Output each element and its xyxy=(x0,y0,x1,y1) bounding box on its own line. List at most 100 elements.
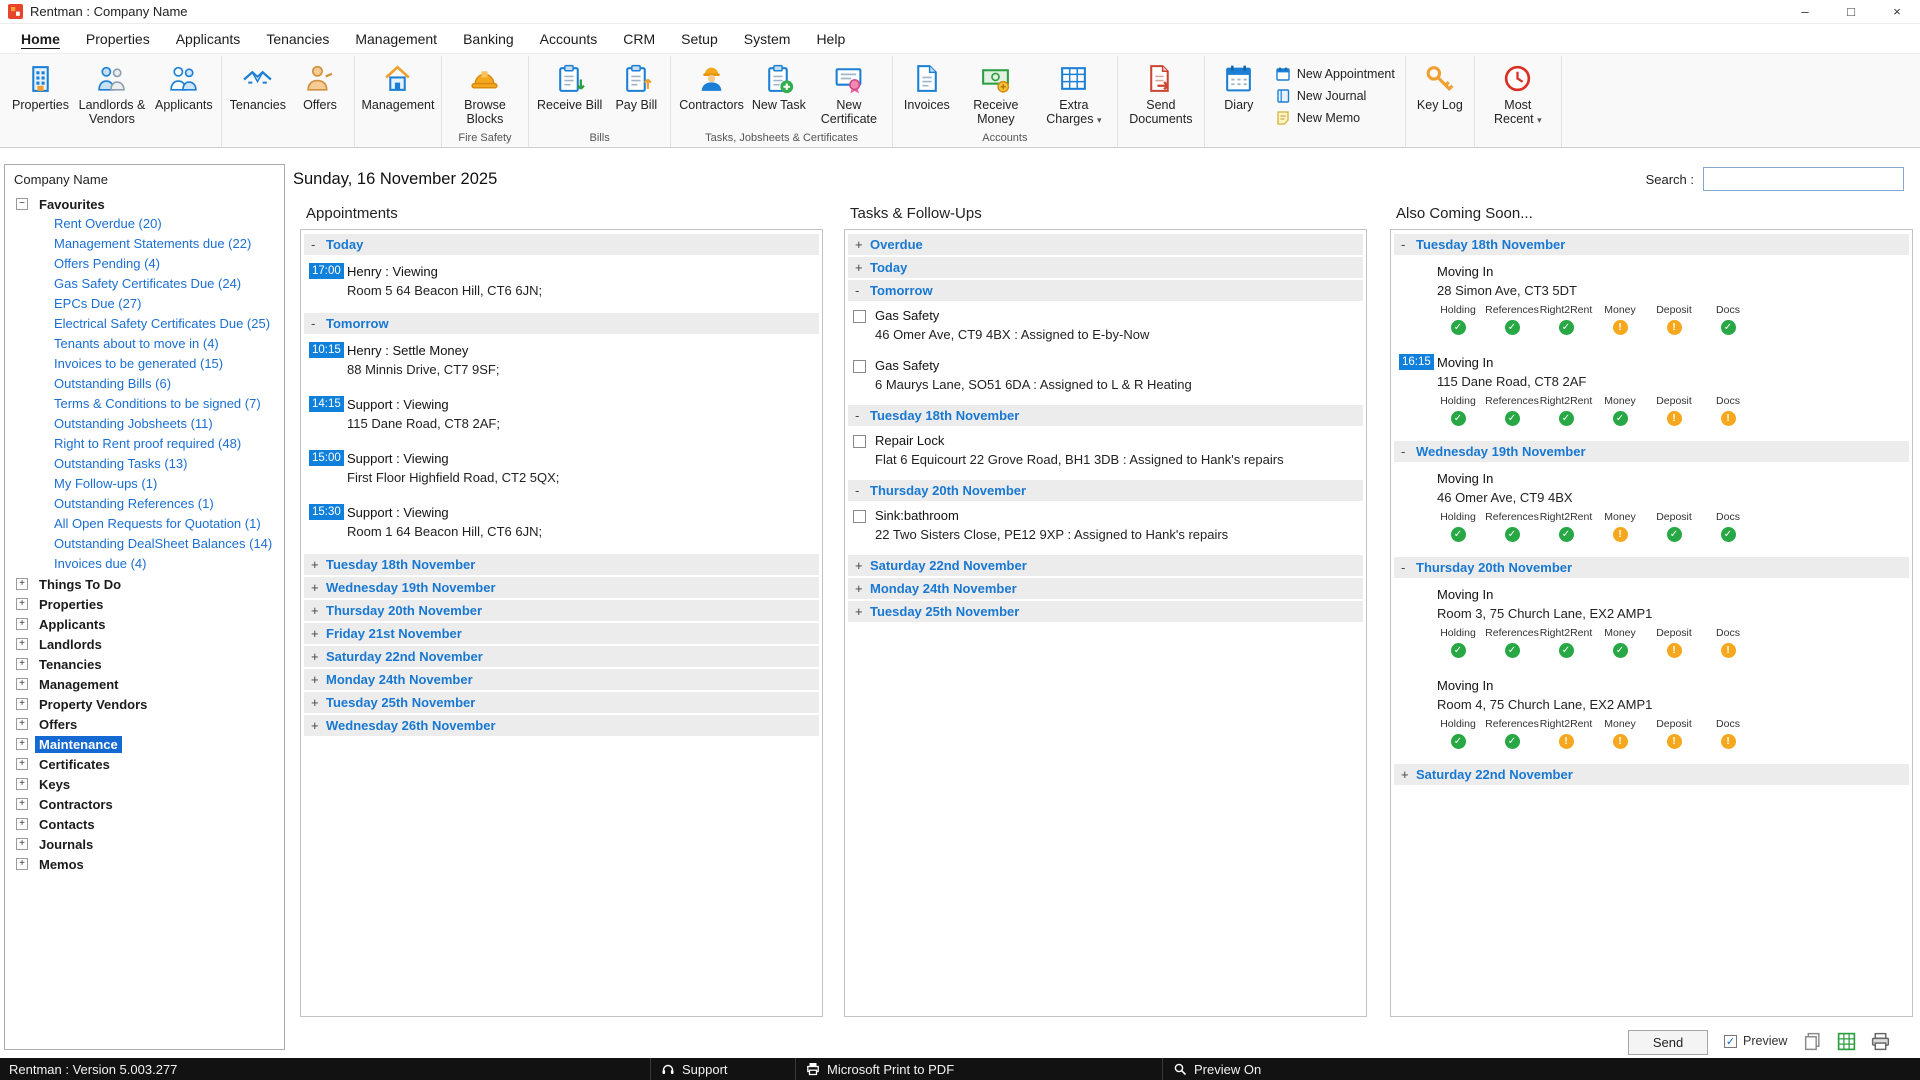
ribbon-send-documents-button[interactable]: Send Documents xyxy=(1123,58,1199,127)
sidebar-item-landlords[interactable]: +Landlords xyxy=(14,634,280,654)
menu-applicants[interactable]: Applicants xyxy=(163,26,254,52)
section-header-wednesday-19th-november[interactable]: +Wednesday 19th November xyxy=(304,577,819,598)
menu-home[interactable]: Home xyxy=(8,26,73,52)
ribbon-extra-charges-button[interactable]: Extra Charges ▾ xyxy=(1036,58,1112,128)
expand-icon[interactable]: + xyxy=(16,718,28,730)
expand-icon[interactable]: + xyxy=(16,758,28,770)
section-header-tuesday-25th-november[interactable]: +Tuesday 25th November xyxy=(304,692,819,713)
ribbon-landlords-vendors-button[interactable]: Landlords & Vendors xyxy=(74,58,150,127)
favourite-terms-conditions-to-be-signed[interactable]: Terms & Conditions to be signed (7) xyxy=(14,394,280,414)
sidebar-item-property-vendors[interactable]: +Property Vendors xyxy=(14,694,280,714)
sidebar-item-contacts[interactable]: +Contacts xyxy=(14,814,280,834)
section-header-today[interactable]: -Today xyxy=(304,234,819,255)
collapse-icon[interactable]: - xyxy=(855,283,870,298)
coming-soon-item[interactable]: Moving InRoom 3, 75 Church Lane, EX2 AMP… xyxy=(1393,580,1910,671)
ribbon-applicants-button[interactable]: Applicants xyxy=(152,58,216,113)
task-item[interactable]: Gas Safety46 Omer Ave, CT9 4BX : Assigne… xyxy=(847,303,1364,353)
section-header-tuesday-18th-november[interactable]: -Tuesday 18th November xyxy=(848,405,1363,426)
ribbon-properties-button[interactable]: Properties xyxy=(9,58,72,113)
copy-pages-icon[interactable] xyxy=(1802,1031,1823,1052)
send-button[interactable]: Send xyxy=(1628,1030,1708,1055)
print-icon[interactable] xyxy=(1870,1031,1891,1052)
expand-icon[interactable]: + xyxy=(311,695,326,710)
coming-soon-item[interactable]: Moving In46 Omer Ave, CT9 4BXHolding✓Ref… xyxy=(1393,464,1910,555)
sidebar-item-things-to-do[interactable]: +Things To Do xyxy=(14,574,280,594)
preview-checkbox[interactable]: ✓ xyxy=(1724,1035,1737,1048)
ribbon-offers-button[interactable]: Offers xyxy=(291,58,349,113)
expand-icon[interactable]: + xyxy=(16,818,28,830)
favourite-outstanding-jobsheets[interactable]: Outstanding Jobsheets (11) xyxy=(14,414,280,434)
menu-system[interactable]: System xyxy=(731,26,804,52)
sidebar-item-properties[interactable]: +Properties xyxy=(14,594,280,614)
close-button[interactable]: × xyxy=(1874,0,1920,23)
section-header-tuesday-18th-november[interactable]: -Tuesday 18th November xyxy=(1394,234,1909,255)
expand-icon[interactable]: + xyxy=(311,603,326,618)
menu-crm[interactable]: CRM xyxy=(610,26,668,52)
section-header-thursday-20th-november[interactable]: +Thursday 20th November xyxy=(304,600,819,621)
section-header-wednesday-26th-november[interactable]: +Wednesday 26th November xyxy=(304,715,819,736)
sidebar-item-certificates[interactable]: +Certificates xyxy=(14,754,280,774)
task-item[interactable]: Gas Safety6 Maurys Lane, SO51 6DA : Assi… xyxy=(847,353,1364,403)
task-item[interactable]: Repair LockFlat 6 Equicourt 22 Grove Roa… xyxy=(847,428,1364,478)
sidebar-item-management[interactable]: +Management xyxy=(14,674,280,694)
section-header-tuesday-25th-november[interactable]: +Tuesday 25th November xyxy=(848,601,1363,622)
favourite-all-open-requests-for-quotation[interactable]: All Open Requests for Quotation (1) xyxy=(14,514,280,534)
sidebar-item-journals[interactable]: +Journals xyxy=(14,834,280,854)
expand-icon[interactable]: + xyxy=(16,778,28,790)
collapse-icon[interactable]: - xyxy=(1401,237,1416,252)
section-header-thursday-20th-november[interactable]: -Thursday 20th November xyxy=(848,480,1363,501)
task-checkbox[interactable] xyxy=(853,435,866,448)
sidebar-item-offers[interactable]: +Offers xyxy=(14,714,280,734)
section-header-saturday-22nd-november[interactable]: +Saturday 22nd November xyxy=(848,555,1363,576)
expand-icon[interactable]: + xyxy=(16,798,28,810)
preview-toggle[interactable]: ✓ Preview xyxy=(1724,1034,1787,1048)
menu-properties[interactable]: Properties xyxy=(73,26,163,52)
section-header-tomorrow[interactable]: -Tomorrow xyxy=(304,313,819,334)
expand-icon[interactable]: + xyxy=(16,738,28,750)
expand-icon[interactable]: + xyxy=(311,557,326,572)
collapse-icon[interactable]: - xyxy=(311,237,326,252)
ribbon-new-journal-button[interactable]: New Journal xyxy=(1270,87,1400,105)
sidebar-item-tenancies[interactable]: +Tenancies xyxy=(14,654,280,674)
task-checkbox[interactable] xyxy=(853,310,866,323)
ribbon-new-task-button[interactable]: New Task xyxy=(749,58,809,113)
expand-icon[interactable]: + xyxy=(311,580,326,595)
minimize-button[interactable]: – xyxy=(1782,0,1828,23)
expand-icon[interactable]: + xyxy=(311,649,326,664)
ribbon-new-certificate-button[interactable]: New Certificate xyxy=(811,58,887,127)
expand-icon[interactable]: + xyxy=(16,578,28,590)
ribbon-receive-bill-button[interactable]: Receive Bill xyxy=(534,58,605,113)
section-header-tuesday-18th-november[interactable]: +Tuesday 18th November xyxy=(304,554,819,575)
section-header-monday-24th-november[interactable]: +Monday 24th November xyxy=(304,669,819,690)
expand-icon[interactable]: + xyxy=(855,237,870,252)
expand-icon[interactable]: + xyxy=(855,260,870,275)
collapse-icon[interactable]: - xyxy=(855,483,870,498)
section-header-today[interactable]: +Today xyxy=(848,257,1363,278)
collapse-icon[interactable]: - xyxy=(855,408,870,423)
sidebar-item-applicants[interactable]: +Applicants xyxy=(14,614,280,634)
expand-icon[interactable]: + xyxy=(311,672,326,687)
favourite-rent-overdue[interactable]: Rent Overdue (20) xyxy=(14,214,280,234)
section-header-wednesday-19th-november[interactable]: -Wednesday 19th November xyxy=(1394,441,1909,462)
favourite-electrical-safety-certificates-due[interactable]: Electrical Safety Certificates Due (25) xyxy=(14,314,280,334)
expand-icon[interactable]: + xyxy=(16,638,28,650)
favourite-tenants-about-to-move-in[interactable]: Tenants about to move in (4) xyxy=(14,334,280,354)
favourite-right-to-rent-proof-required[interactable]: Right to Rent proof required (48) xyxy=(14,434,280,454)
expand-icon[interactable]: + xyxy=(1401,767,1416,782)
ribbon-tenancies-button[interactable]: Tenancies xyxy=(227,58,289,113)
favourite-outstanding-references[interactable]: Outstanding References (1) xyxy=(14,494,280,514)
expand-icon[interactable]: + xyxy=(855,581,870,596)
task-checkbox[interactable] xyxy=(853,360,866,373)
expand-icon[interactable]: + xyxy=(311,626,326,641)
favourite-my-follow-ups[interactable]: My Follow-ups (1) xyxy=(14,474,280,494)
preview-on-status[interactable]: Preview On xyxy=(1162,1058,1261,1080)
expand-icon[interactable]: + xyxy=(16,858,28,870)
section-header-thursday-20th-november[interactable]: -Thursday 20th November xyxy=(1394,557,1909,578)
search-input[interactable] xyxy=(1703,167,1904,191)
section-header-overdue[interactable]: +Overdue xyxy=(848,234,1363,255)
ribbon-receive-money-button[interactable]: Receive Money xyxy=(958,58,1034,127)
task-item[interactable]: Sink:bathroom22 Two Sisters Close, PE12 … xyxy=(847,503,1364,553)
expand-icon[interactable]: + xyxy=(855,558,870,573)
ribbon-management-button[interactable]: Management xyxy=(360,58,436,113)
favourite-invoices-to-be-generated[interactable]: Invoices to be generated (15) xyxy=(14,354,280,374)
